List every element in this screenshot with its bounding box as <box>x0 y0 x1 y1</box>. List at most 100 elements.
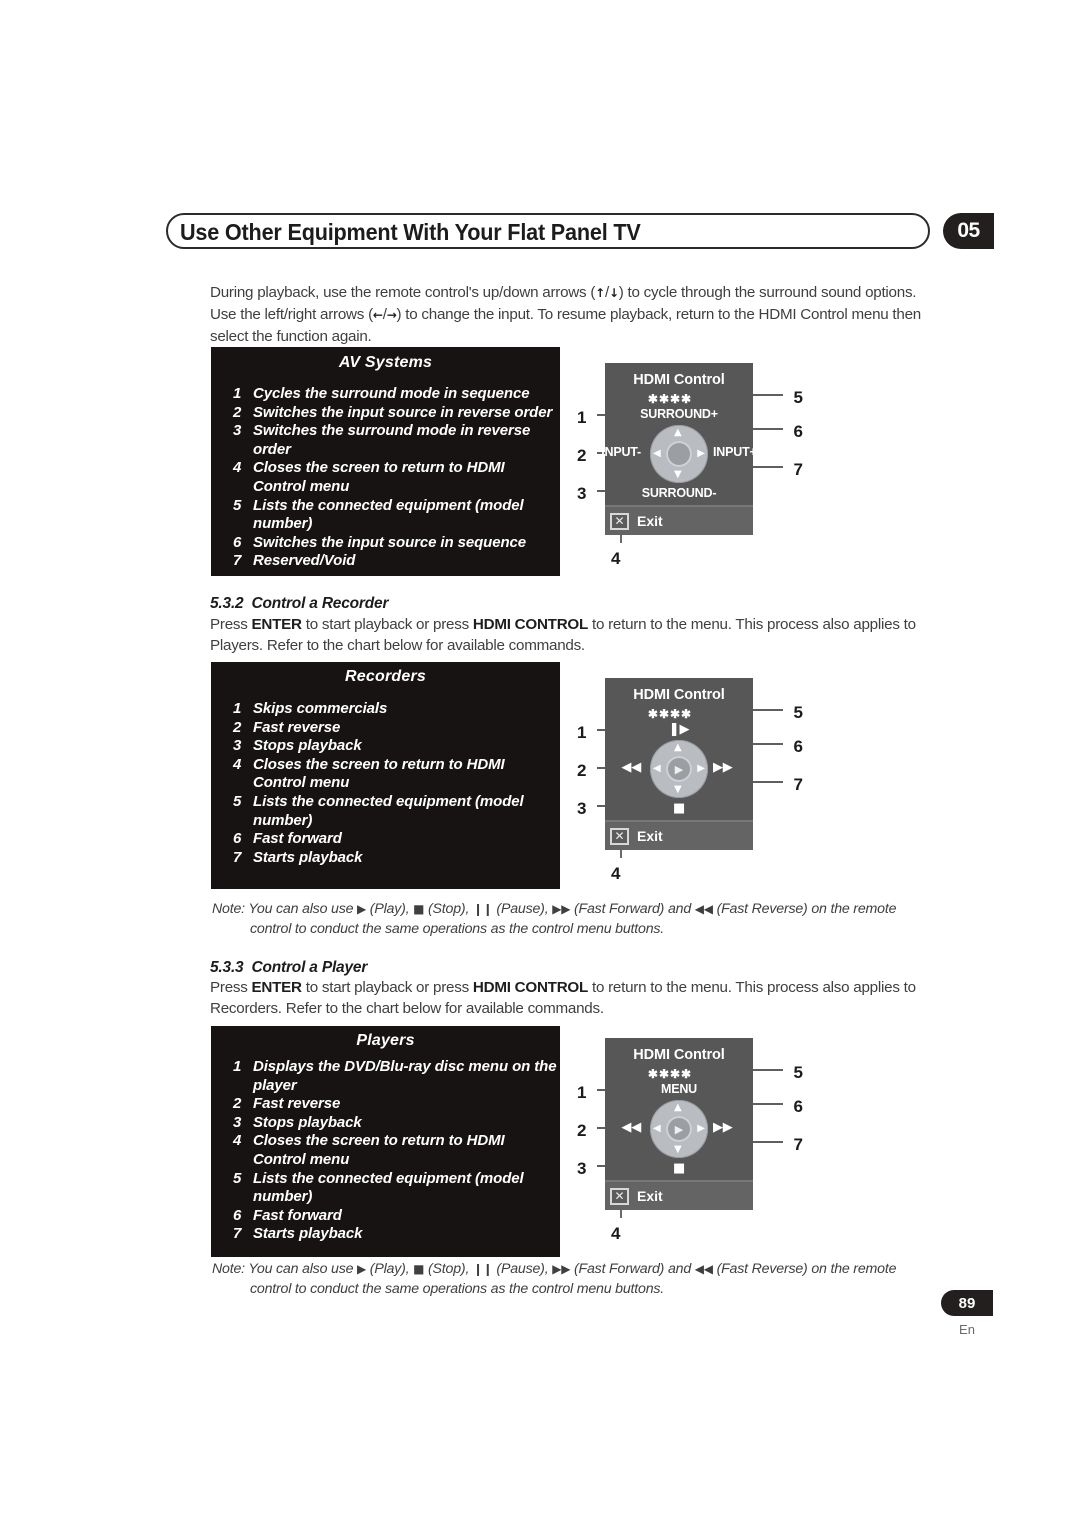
item-index: 4 <box>233 459 242 477</box>
item-index: 3 <box>233 1113 242 1131</box>
section-body-533: Press ENTER to start playback or press H… <box>210 977 920 1019</box>
dpad-control[interactable]: ▲ ▼ ◀ ▶ ▶ <box>650 1100 708 1158</box>
exit-label: Exit <box>637 513 663 529</box>
pad-label-right: ▶▶ <box>713 760 733 775</box>
callout-7: 7 <box>793 1135 803 1154</box>
dpad-right-icon[interactable]: ▶ <box>697 449 705 459</box>
list-item: 3 Stops playback <box>211 1114 560 1133</box>
note-t-play: (Play), <box>366 1261 414 1277</box>
dpad-center-button[interactable] <box>666 441 692 467</box>
page-footer: 89 En <box>941 1290 993 1337</box>
note-block-2: Note: You can also use ▶ (Play), ■ (Stop… <box>212 1259 928 1299</box>
item-text: Fast reverse <box>253 718 341 736</box>
exit-row[interactable]: ✕ Exit <box>605 505 753 535</box>
item-index: 6 <box>233 830 242 848</box>
callout-3: 3 <box>577 484 587 503</box>
dpad-left-icon[interactable]: ◀ <box>653 764 661 774</box>
dpad-center-button[interactable]: ▶ <box>666 1116 692 1142</box>
pad-label-left: ◀◀ <box>621 1120 641 1135</box>
close-icon[interactable]: ✕ <box>610 1187 629 1205</box>
note-t-stop: (Stop), <box>424 901 473 917</box>
command-box-title: Players <box>356 1032 415 1049</box>
callout-4: 4 <box>611 864 621 883</box>
list-item: 3 Stops playback <box>211 737 560 756</box>
exit-label: Exit <box>637 1188 663 1204</box>
item-index: 3 <box>233 737 242 755</box>
list-item: 6 Fast forward <box>211 830 560 849</box>
dpad-control[interactable]: ▲ ▼ ◀ ▶ <box>650 425 708 483</box>
item-index: 4 <box>233 755 242 773</box>
item-index: 6 <box>233 533 242 551</box>
close-icon[interactable]: ✕ <box>610 827 629 845</box>
item-index: 5 <box>233 792 242 810</box>
fast-reverse-icon: ◀◀ <box>694 1262 713 1276</box>
close-icon[interactable]: ✕ <box>610 512 629 530</box>
hdmi-control-diagram-player: HDMI Control ✱✱✱✱ MENU ■ ◀◀ ▶▶ ▲ ▼ ◀ ▶ ▶… <box>575 1035 805 1250</box>
dpad-down-icon[interactable]: ▼ <box>674 1145 682 1155</box>
exit-row[interactable]: ✕ Exit <box>605 1180 753 1210</box>
list-item: 2 Fast reverse <box>211 1095 560 1114</box>
item-text: Switches the surround mode in reverse or… <box>253 422 531 458</box>
item-text: Stops playback <box>253 737 362 755</box>
callout-3: 3 <box>577 1159 587 1178</box>
item-index: 7 <box>233 1225 242 1243</box>
item-index: 3 <box>233 422 242 440</box>
callout-5: 5 <box>793 388 803 407</box>
dpad-center-button[interactable]: ▶ <box>666 756 692 782</box>
callout-3: 3 <box>577 799 587 818</box>
dpad-control[interactable]: ▲ ▼ ◀ ▶ ▶ <box>650 740 708 798</box>
command-list: 1 Cycles the surround mode in sequence 2S… <box>211 385 560 571</box>
callout-6: 6 <box>793 1097 803 1116</box>
exit-row[interactable]: ✕ Exit <box>605 820 753 850</box>
section-number: 5.3.3 <box>210 959 244 976</box>
manual-page: Use Other Equipment With Your Flat Panel… <box>0 0 1080 1528</box>
dpad-left-icon[interactable]: ◀ <box>653 1124 661 1134</box>
dpad-left-icon[interactable]: ◀ <box>653 449 661 459</box>
panel-title: HDMI Control <box>633 1047 725 1063</box>
list-item: 4 Closes the screen to return to HDMI Con… <box>211 459 560 496</box>
note-t-pause: (Pause), <box>492 901 553 917</box>
body-a: Press <box>210 616 252 633</box>
item-text: Skips commercials <box>253 700 388 717</box>
arrow-right-icon: → <box>386 308 397 322</box>
arrow-down-icon: ↓ <box>608 286 619 300</box>
list-item: 7 Starts playback <box>211 1225 560 1244</box>
note-label: Note: <box>212 901 245 917</box>
item-text: Starts playback <box>253 1225 363 1243</box>
item-text: Reserved/Void <box>253 552 356 570</box>
list-item: 7 Reserved/Void <box>211 552 560 571</box>
item-text: Lists the connected equipment (model num… <box>253 1169 524 1206</box>
command-list: 1 Displays the DVD/Blu-ray disc menu on t… <box>211 1058 560 1244</box>
pad-label-left: ◀◀ <box>621 760 641 775</box>
dpad-up-icon[interactable]: ▲ <box>674 743 682 753</box>
dpad-up-icon[interactable]: ▲ <box>674 1103 682 1113</box>
item-text: Fast reverse <box>253 1095 341 1113</box>
item-index: 5 <box>233 496 242 514</box>
item-text: Fast forward <box>253 1206 342 1224</box>
note-text-a: You can also use <box>248 1261 358 1277</box>
callout-2: 2 <box>577 446 587 465</box>
callout-2: 2 <box>577 1121 587 1140</box>
section-number: 5.3.2 <box>210 595 244 612</box>
dpad-right-icon[interactable]: ▶ <box>697 764 705 774</box>
dpad-down-icon[interactable]: ▼ <box>674 470 682 480</box>
dpad-up-icon[interactable]: ▲ <box>674 428 682 438</box>
dpad-down-icon[interactable]: ▼ <box>674 785 682 795</box>
callout-4: 4 <box>611 549 621 568</box>
callout-5: 5 <box>793 1063 803 1082</box>
item-index: 2 <box>233 403 242 421</box>
play-icon: ▶ <box>357 1262 367 1276</box>
note-block-1: Note: You can also use ▶ (Play), ■ (Stop… <box>212 899 928 939</box>
fast-forward-icon: ▶▶ <box>552 1262 571 1276</box>
item-index: 7 <box>233 552 242 570</box>
pad-label-top: ❚▶ <box>668 722 690 737</box>
callout-5: 5 <box>793 703 803 722</box>
item-text: Switches the input source in sequence <box>253 533 527 551</box>
callout-1: 1 <box>577 408 587 427</box>
key-hdmi-control: HDMI CONTROL <box>472 616 589 633</box>
list-item: 1 Skips commercials <box>211 700 560 719</box>
item-text: Displays the DVD/Blu-ray disc menu on th… <box>253 1058 557 1094</box>
note-label: Note: <box>212 1261 245 1277</box>
body-b: to start playback or press <box>301 979 473 996</box>
dpad-right-icon[interactable]: ▶ <box>697 1124 705 1134</box>
